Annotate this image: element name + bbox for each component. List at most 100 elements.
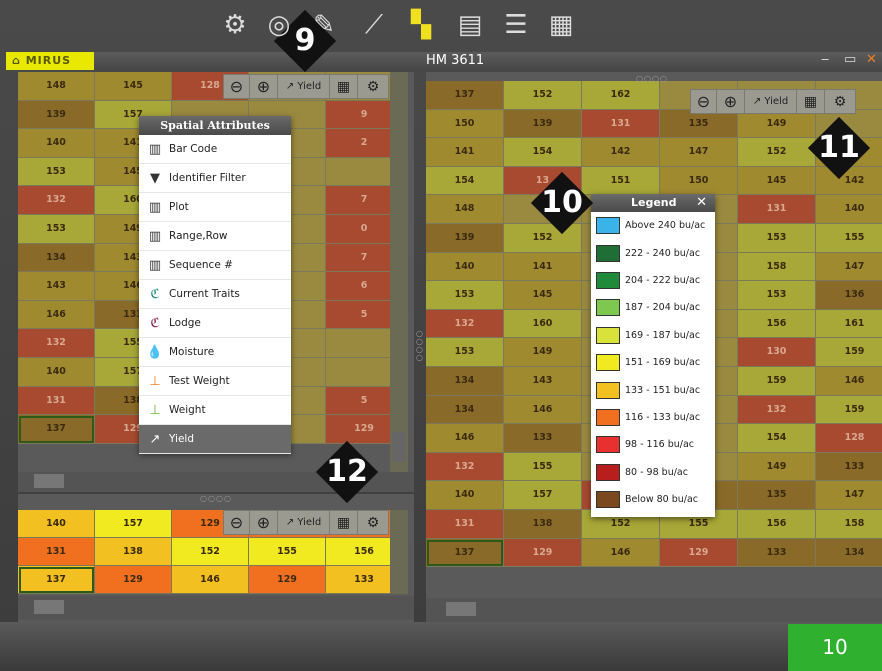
- grid-cell[interactable]: 152: [738, 138, 816, 167]
- grid-cell[interactable]: 137: [18, 415, 95, 444]
- grid-cell[interactable]: 136: [816, 281, 882, 310]
- grid-cell[interactable]: 134: [816, 538, 882, 568]
- grid-cell[interactable]: 159: [816, 338, 882, 367]
- grid-cell[interactable]: 133: [738, 538, 816, 568]
- popup-item-test-weight[interactable]: ⊥ Test Weight: [139, 367, 291, 396]
- layout-icon[interactable]: ▚: [405, 9, 437, 41]
- grid-cell[interactable]: 158: [816, 510, 882, 539]
- grid-icon[interactable]: ▦: [545, 9, 577, 41]
- grid-cell[interactable]: 146: [816, 367, 882, 396]
- minimize-button[interactable]: ‒: [821, 52, 829, 67]
- horizontal-scrollbar[interactable]: [426, 598, 882, 622]
- grid-cell[interactable]: 137: [426, 538, 504, 568]
- grid-button[interactable]: ▦: [330, 75, 358, 98]
- grid-cell[interactable]: 155: [816, 224, 882, 253]
- grid-cell[interactable]: 137: [426, 81, 504, 110]
- horizontal-splitter-right[interactable]: ○○○○: [636, 74, 668, 83]
- maximize-button[interactable]: ▭: [844, 52, 856, 67]
- grid-cell[interactable]: 153: [426, 338, 504, 367]
- grid-cell[interactable]: 139: [504, 109, 582, 139]
- yield-button[interactable]: ↗ Yield: [745, 90, 797, 113]
- grid-cell[interactable]: 131: [738, 195, 816, 224]
- vertical-scroll-thumb[interactable]: [392, 432, 406, 462]
- grid-cell[interactable]: 147: [816, 252, 882, 282]
- count-badge[interactable]: 10: [788, 624, 882, 671]
- grid-cell[interactable]: 140: [18, 510, 95, 538]
- grid-cell[interactable]: 153: [18, 215, 95, 244]
- grid-cell[interactable]: 141: [504, 252, 582, 282]
- grid-cell[interactable]: 148: [18, 72, 95, 101]
- grid-cell[interactable]: 156: [738, 510, 816, 539]
- grid-cell[interactable]: 140: [426, 481, 504, 510]
- grid-cell[interactable]: 141: [426, 138, 504, 167]
- popup-item-lodge[interactable]: ℭ Lodge: [139, 309, 291, 338]
- grid-cell[interactable]: 138: [504, 510, 582, 539]
- grid-cell[interactable]: 153: [738, 281, 816, 310]
- grid-cell[interactable]: 153: [18, 157, 95, 187]
- grid-cell[interactable]: 129: [504, 538, 582, 568]
- popup-item-current-traits[interactable]: ℭ Current Traits: [139, 280, 291, 309]
- grid-cell[interactable]: 131: [18, 538, 95, 566]
- grid-cell[interactable]: 131: [582, 109, 660, 139]
- grid-cell[interactable]: 147: [816, 481, 882, 510]
- grid-cell[interactable]: 129: [95, 566, 172, 594]
- grid-cell[interactable]: 137: [18, 566, 95, 594]
- grid-cell[interactable]: 146: [172, 566, 249, 594]
- grid-cell[interactable]: 129: [249, 566, 326, 594]
- grid-cell[interactable]: 153: [426, 281, 504, 310]
- grid-cell[interactable]: 143: [18, 272, 95, 301]
- grid-button[interactable]: ▦: [330, 511, 358, 534]
- grid-cell[interactable]: 140: [816, 195, 882, 224]
- grid-cell[interactable]: 154: [504, 138, 582, 167]
- zoom-out-button[interactable]: ⊖: [691, 90, 717, 113]
- grid-cell[interactable]: 150: [426, 109, 504, 139]
- grid-cell[interactable]: 131: [426, 510, 504, 539]
- grid-cell[interactable]: 149: [738, 452, 816, 482]
- grid-cell[interactable]: 152: [504, 81, 582, 110]
- close-button[interactable]: ✕: [866, 52, 877, 67]
- grid-cell[interactable]: 132: [426, 309, 504, 339]
- horizontal-splitter-left[interactable]: ○○○○: [200, 494, 232, 503]
- horizontal-scroll-thumb[interactable]: [446, 602, 476, 616]
- grid-cell[interactable]: 155: [504, 452, 582, 482]
- grid-cell[interactable]: 143: [504, 367, 582, 396]
- pencil-icon[interactable]: ✎: [308, 9, 340, 41]
- grid-cell[interactable]: 158: [738, 252, 816, 282]
- vertical-splitter[interactable]: ○ ○ ○ ○: [416, 330, 424, 362]
- grid-cell[interactable]: 146: [18, 300, 95, 330]
- popup-item-moisture[interactable]: 💧 Moisture: [139, 338, 291, 367]
- gear-icon[interactable]: ⚙: [219, 9, 251, 41]
- vertical-scrollbar[interactable]: [390, 510, 408, 594]
- popup-item-weight[interactable]: ⊥ Weight: [139, 396, 291, 425]
- popup-item-bar-code[interactable]: ▥ Bar Code: [139, 135, 291, 164]
- grid-cell[interactable]: 146: [582, 538, 660, 568]
- grid-cell[interactable]: 139: [18, 100, 95, 130]
- grid-cell[interactable]: 157: [504, 481, 582, 510]
- grid-cell[interactable]: 145: [738, 166, 816, 196]
- grid-cell[interactable]: 150: [660, 166, 738, 196]
- zoom-in-button[interactable]: ⊕: [717, 90, 745, 113]
- grid-cell[interactable]: 138: [95, 538, 172, 566]
- chart-icon[interactable]: ⟋: [358, 9, 390, 41]
- grid-cell[interactable]: 156: [738, 309, 816, 339]
- grid-cell[interactable]: 142: [582, 138, 660, 167]
- popup-item-yield[interactable]: ↗ Yield: [139, 425, 291, 454]
- grid-cell[interactable]: 145: [504, 281, 582, 310]
- grid-cell[interactable]: 159: [816, 395, 882, 425]
- horizontal-scrollbar[interactable]: [18, 596, 414, 620]
- grid-cell[interactable]: 148: [426, 195, 504, 224]
- horizontal-scroll-thumb[interactable]: [34, 474, 64, 488]
- grid-cell[interactable]: 129: [660, 538, 738, 568]
- grid-cell[interactable]: 153: [738, 224, 816, 253]
- horizontal-scroll-thumb[interactable]: [34, 600, 64, 614]
- grid-cell[interactable]: 160: [504, 309, 582, 339]
- grid-cell[interactable]: 140: [18, 129, 95, 158]
- grid-cell[interactable]: 128: [816, 424, 882, 453]
- grid-cell[interactable]: 159: [738, 367, 816, 396]
- grid-cell[interactable]: 132: [18, 186, 95, 215]
- legend-close-button[interactable]: ✕: [696, 194, 707, 212]
- popup-item-plot[interactable]: ▥ Plot: [139, 193, 291, 222]
- grid-cell[interactable]: 132: [426, 452, 504, 482]
- grid-cell[interactable]: 154: [426, 166, 504, 196]
- grid-cell[interactable]: 130: [738, 338, 816, 367]
